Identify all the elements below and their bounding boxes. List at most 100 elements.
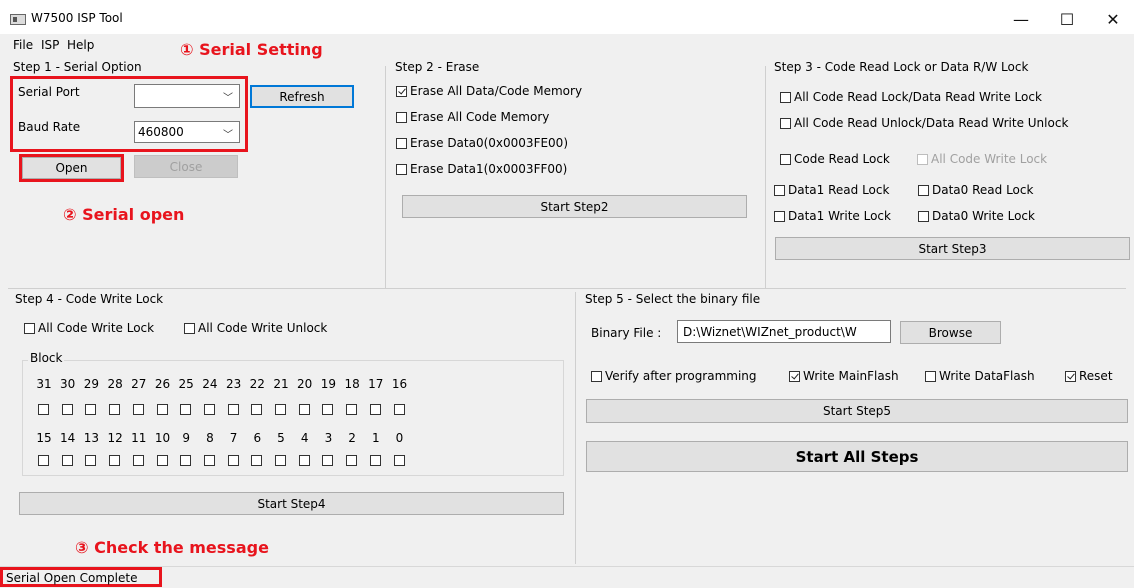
data0-read-lock-option[interactable]: Data0 Read Lock <box>918 183 1033 197</box>
data1-write-lock-option[interactable]: Data1 Write Lock <box>774 209 891 223</box>
write-mainflash-checkbox[interactable] <box>789 370 800 382</box>
reset-option[interactable]: Reset <box>1065 369 1113 383</box>
block-checkbox-27[interactable] <box>132 404 144 415</box>
open-button[interactable]: Open <box>22 157 121 179</box>
data0-write-lock-checkbox[interactable] <box>918 210 929 222</box>
start-step3-button[interactable]: Start Step3 <box>775 237 1130 260</box>
all-code-read-lock-option[interactable]: All Code Read Lock/Data Read Write Lock <box>780 90 1042 104</box>
erase-data1-label: Erase Data1(0x0003FF00) <box>410 162 568 176</box>
write-mainflash-option[interactable]: Write MainFlash <box>789 369 899 383</box>
block-checkbox-23[interactable] <box>227 404 239 415</box>
all-code-write-unlock-option[interactable]: All Code Write Unlock <box>184 321 327 335</box>
close-button[interactable]: Close <box>134 155 238 178</box>
menu-file[interactable]: File <box>13 38 33 52</box>
start-all-steps-button[interactable]: Start All Steps <box>586 441 1128 472</box>
block-checkbox-2[interactable] <box>346 455 358 466</box>
chevron-down-icon: ﹀ <box>223 93 233 104</box>
block-checkbox-19[interactable] <box>322 404 334 415</box>
data0-write-lock-option[interactable]: Data0 Write Lock <box>918 209 1035 223</box>
erase-all-data-code-option[interactable]: Erase All Data/Code Memory <box>396 84 582 98</box>
all-code-write-lock-label: All Code Write Lock <box>38 321 155 335</box>
data1-write-lock-checkbox[interactable] <box>774 210 785 222</box>
write-dataflash-option[interactable]: Write DataFlash <box>925 369 1035 383</box>
code-read-lock-option[interactable]: Code Read Lock <box>780 152 890 166</box>
verify-option[interactable]: Verify after programming <box>591 369 757 383</box>
block-checkbox-21[interactable] <box>275 404 286 415</box>
start-step2-button[interactable]: Start Step2 <box>402 195 747 218</box>
erase-data1-option[interactable]: Erase Data1(0x0003FF00) <box>396 162 567 176</box>
all-code-write-lock-checkbox[interactable] <box>24 322 35 334</box>
block-checkbox-8[interactable] <box>203 455 215 466</box>
reset-checkbox[interactable] <box>1065 370 1076 382</box>
data0-read-lock-checkbox[interactable] <box>918 184 929 196</box>
maximize-button[interactable]: ☐ <box>1044 4 1090 34</box>
block-checkbox-20[interactable] <box>298 404 310 415</box>
block-number-13: 13 <box>83 431 100 445</box>
block-checkbox-5[interactable] <box>275 455 286 466</box>
erase-data1-checkbox[interactable] <box>396 163 407 175</box>
all-code-read-lock-checkbox[interactable] <box>780 91 791 103</box>
block-checkbox-9[interactable] <box>180 455 192 466</box>
block-number-10: 10 <box>154 431 171 445</box>
block-number-0: 0 <box>395 431 404 445</box>
divider-top-bottom <box>8 288 1126 289</box>
block-checkbox-14[interactable] <box>61 455 73 466</box>
block-checkbox-22[interactable] <box>251 404 263 415</box>
data1-read-lock-checkbox[interactable] <box>774 184 785 196</box>
code-read-lock-checkbox[interactable] <box>780 153 791 165</box>
start-step4-button[interactable]: Start Step4 <box>19 492 564 515</box>
minimize-button[interactable]: — <box>998 4 1044 34</box>
status-bar <box>0 566 1134 588</box>
all-code-write-lock-step3-checkbox[interactable] <box>917 153 928 165</box>
close-window-button[interactable]: ✕ <box>1090 4 1134 34</box>
step5-title: Step 5 - Select the binary file <box>585 292 761 306</box>
block-checkbox-15[interactable] <box>38 455 49 466</box>
baud-rate-select[interactable]: 460800 ﹀ <box>134 121 240 143</box>
block-checkbox-1[interactable] <box>369 455 381 466</box>
block-checkbox-18[interactable] <box>346 404 358 415</box>
block-checkbox-30[interactable] <box>61 404 73 415</box>
block-checkbox-0[interactable] <box>393 455 405 466</box>
verify-checkbox[interactable] <box>591 370 602 382</box>
erase-all-code-checkbox[interactable] <box>396 111 407 123</box>
block-number-12: 12 <box>107 431 123 445</box>
erase-data0-label: Erase Data0(0x0003FE00) <box>410 136 568 150</box>
block-checkbox-7[interactable] <box>227 455 239 466</box>
erase-all-data-code-checkbox[interactable] <box>396 85 407 97</box>
block-checkbox-16[interactable] <box>393 404 405 415</box>
block-checkbox-11[interactable] <box>132 455 144 466</box>
all-code-write-lock-step3-option[interactable]: All Code Write Lock <box>917 152 1047 166</box>
block-checkbox-25[interactable] <box>180 404 192 415</box>
block-number-31: 31 <box>36 377 52 391</box>
block-checkbox-26[interactable] <box>156 404 168 415</box>
menu-help[interactable]: Help <box>67 38 94 52</box>
serial-port-select[interactable]: ﹀ <box>134 84 240 108</box>
erase-data0-checkbox[interactable] <box>396 137 407 149</box>
block-checkbox-13[interactable] <box>85 455 97 466</box>
erase-all-code-option[interactable]: Erase All Code Memory <box>396 110 549 124</box>
write-dataflash-checkbox[interactable] <box>925 370 936 382</box>
all-code-read-unlock-checkbox[interactable] <box>780 117 791 129</box>
block-checkbox-12[interactable] <box>109 455 121 466</box>
block-checkbox-29[interactable] <box>85 404 97 415</box>
block-checkbox-3[interactable] <box>322 455 334 466</box>
block-number-1: 1 <box>371 431 380 445</box>
all-code-write-unlock-checkbox[interactable] <box>184 322 195 334</box>
block-checkbox-6[interactable] <box>251 455 263 466</box>
all-code-write-lock-option[interactable]: All Code Write Lock <box>24 321 154 335</box>
binary-file-input[interactable]: D:\Wiznet\WIZnet_product\W <box>677 320 891 343</box>
data1-read-lock-option[interactable]: Data1 Read Lock <box>774 183 889 197</box>
block-checkbox-31[interactable] <box>38 404 49 415</box>
block-checkbox-4[interactable] <box>298 455 310 466</box>
start-step5-button[interactable]: Start Step5 <box>586 399 1128 423</box>
block-checkbox-24[interactable] <box>203 404 215 415</box>
browse-button[interactable]: Browse <box>900 321 1001 344</box>
block-checkbox-17[interactable] <box>369 404 381 415</box>
block-checkbox-10[interactable] <box>156 455 168 466</box>
erase-data0-option[interactable]: Erase Data0(0x0003FE00) <box>396 136 568 150</box>
block-checkbox-28[interactable] <box>109 404 121 415</box>
all-code-read-unlock-option[interactable]: All Code Read Unlock/Data Read Write Unl… <box>780 116 1068 130</box>
menu-isp[interactable]: ISP <box>41 38 59 52</box>
block-number-28: 28 <box>107 377 123 391</box>
refresh-button[interactable]: Refresh <box>250 85 354 108</box>
